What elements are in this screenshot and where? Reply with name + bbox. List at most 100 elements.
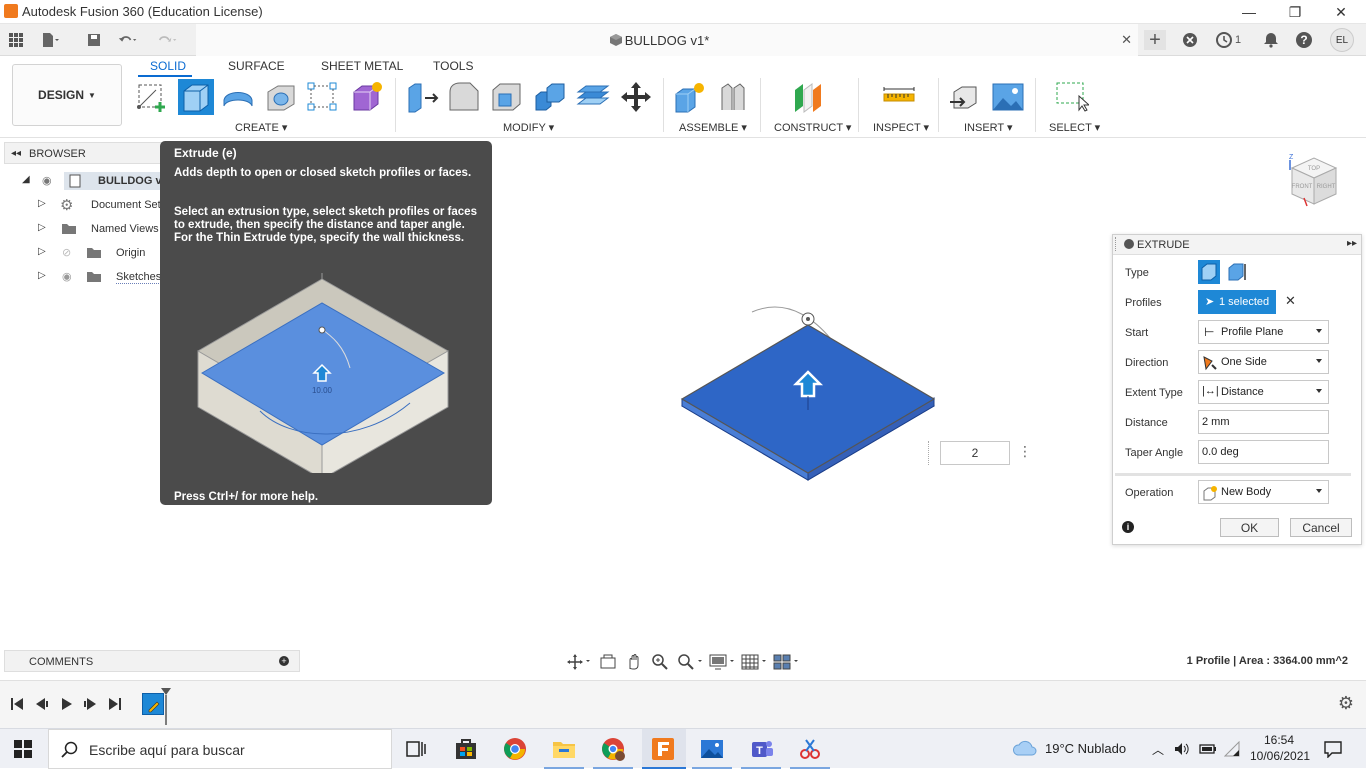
weather-cloud-icon[interactable] — [1012, 739, 1038, 757]
step-forward-icon[interactable] — [84, 697, 98, 711]
pattern-icon[interactable] — [306, 80, 340, 114]
taper-angle-field[interactable]: 0.0 deg — [1198, 440, 1329, 464]
fit-zoom-icon[interactable] — [677, 653, 705, 671]
insert-derive-icon[interactable] — [948, 80, 982, 114]
move-copy-icon[interactable] — [619, 80, 653, 114]
distance-value[interactable]: 2 — [940, 441, 1010, 465]
look-at-icon[interactable] — [599, 654, 617, 670]
volume-icon[interactable] — [1174, 741, 1190, 757]
battery-icon[interactable] — [1199, 741, 1217, 757]
inspect-group-menu[interactable]: INSPECT ▾ — [873, 121, 929, 134]
create-group-menu[interactable]: CREATE ▾ — [235, 121, 287, 134]
expand-dialog-icon[interactable]: ▸▸ — [1347, 238, 1357, 249]
photos-icon[interactable] — [700, 737, 724, 761]
tab-surface[interactable]: SURFACE — [228, 59, 285, 73]
construct-group-menu[interactable]: CONSTRUCT ▾ — [774, 121, 851, 134]
split-body-icon[interactable] — [576, 80, 610, 114]
minimize-button[interactable]: — — [1226, 0, 1272, 24]
type-thin-extrude-button[interactable] — [1226, 260, 1248, 284]
clock-time[interactable]: 16:54 — [1264, 733, 1294, 747]
zoom-icon[interactable] — [651, 653, 669, 671]
extrude-dialog-header[interactable]: EXTRUDE ▸▸ — [1113, 235, 1361, 255]
microsoft-store-icon[interactable] — [454, 737, 478, 761]
save-icon[interactable] — [84, 30, 104, 50]
show-hidden-icons-chevron-icon[interactable]: ︿ — [1152, 741, 1164, 758]
collapse-triangle-icon[interactable]: ◢ — [22, 174, 30, 185]
select-group-menu[interactable]: SELECT ▾ — [1049, 121, 1100, 134]
redo-icon[interactable] — [158, 30, 178, 50]
assemble-group-menu[interactable]: ASSEMBLE ▾ — [679, 121, 747, 134]
collapse-panel-icon[interactable]: ◂◂ — [11, 148, 21, 159]
modify-group-menu[interactable]: MODIFY ▾ — [503, 121, 554, 134]
press-pull-icon[interactable] — [405, 80, 439, 114]
notification-center-icon[interactable] — [1324, 740, 1342, 758]
extent-type-dropdown[interactable]: |↔| Distance — [1198, 380, 1329, 404]
file-menu-icon[interactable] — [40, 30, 60, 50]
profiles-selection-button[interactable]: ➤ 1 selected — [1198, 290, 1276, 314]
extrude-preview-body[interactable] — [670, 295, 950, 495]
play-icon[interactable] — [60, 697, 74, 711]
expand-triangle-icon[interactable]: ▷ — [38, 246, 46, 257]
user-avatar[interactable]: EL — [1330, 28, 1354, 52]
cancel-button[interactable]: Cancel — [1290, 518, 1352, 537]
help-icon[interactable]: ? — [1294, 30, 1314, 50]
visibility-eye-icon[interactable]: ◉ — [62, 270, 72, 283]
close-tab-icon[interactable]: ✕ — [1121, 32, 1132, 48]
add-comment-icon[interactable]: + — [279, 656, 289, 666]
clock-date[interactable]: 10/06/2021 — [1250, 749, 1310, 763]
insert-group-menu[interactable]: INSERT ▾ — [964, 121, 1013, 134]
display-settings-icon[interactable] — [709, 653, 737, 671]
teams-icon[interactable]: T — [750, 737, 774, 761]
step-back-icon[interactable] — [34, 697, 48, 711]
distance-input-floating[interactable]: 2 ⋮ — [928, 441, 1034, 465]
measure-icon[interactable] — [882, 80, 916, 114]
go-to-start-icon[interactable] — [10, 697, 24, 711]
notifications-bell-icon[interactable] — [1261, 30, 1281, 50]
job-status-icon[interactable]: 1 — [1212, 30, 1244, 50]
document-tab[interactable]: BULLDOG v1* ✕ — [196, 24, 1138, 56]
taskbar-search-box[interactable]: Escribe aquí para buscar — [48, 729, 392, 769]
browser-item-sketches[interactable]: ▷ ◉ Sketches — [4, 266, 162, 288]
tab-tools[interactable]: TOOLS — [433, 59, 473, 73]
pan-hand-icon[interactable] — [625, 653, 643, 671]
hole-icon[interactable] — [264, 80, 298, 114]
new-tab-icon[interactable]: + — [1144, 29, 1166, 51]
weather-readout[interactable]: 19°C Nublado — [1045, 741, 1126, 756]
extrude-icon-button[interactable] — [178, 79, 214, 115]
timeline-marker-handle[interactable] — [160, 687, 172, 727]
task-view-icon[interactable] — [404, 737, 428, 761]
more-options-icon[interactable]: ⋮ — [1018, 443, 1032, 460]
close-window-button[interactable]: ✕ — [1318, 0, 1364, 24]
tab-solid[interactable]: SOLID — [150, 59, 186, 73]
ok-button[interactable]: OK — [1220, 518, 1279, 537]
snipping-tool-icon[interactable] — [798, 737, 822, 761]
tab-sheet-metal[interactable]: SHEET METAL — [321, 59, 403, 73]
viewports-icon[interactable] — [773, 653, 801, 671]
operation-dropdown[interactable]: New Body — [1198, 480, 1329, 504]
workspace-switcher-button[interactable]: DESIGN ▼ — [12, 64, 122, 126]
combine-icon[interactable] — [533, 80, 567, 114]
undo-icon[interactable] — [118, 30, 138, 50]
restore-button[interactable]: ❐ — [1272, 0, 1318, 24]
offset-plane-icon[interactable] — [792, 80, 826, 114]
extensions-icon[interactable] — [1180, 30, 1200, 50]
type-solid-extrude-button[interactable] — [1198, 260, 1220, 284]
insert-canvas-icon[interactable] — [991, 80, 1025, 114]
distance-field[interactable]: 2 mm — [1198, 410, 1329, 434]
timeline-settings-gear-icon[interactable]: ⚙ — [1338, 693, 1354, 714]
browser-item-named-views[interactable]: ▷ Named Views — [4, 218, 162, 240]
windows-start-icon[interactable] — [14, 740, 32, 758]
start-dropdown[interactable]: ⊢ Profile Plane — [1198, 320, 1329, 344]
expand-triangle-icon[interactable]: ▷ — [38, 222, 46, 233]
info-icon[interactable]: i — [1122, 521, 1134, 533]
direction-dropdown[interactable]: One Side — [1198, 350, 1329, 374]
chrome-profile-icon[interactable] — [601, 737, 625, 761]
browser-item-origin[interactable]: ▷ ⊘ Origin — [4, 242, 162, 264]
app-grid-icon[interactable] — [6, 30, 26, 50]
expand-triangle-icon[interactable]: ▷ — [38, 198, 46, 209]
orbit-icon[interactable] — [567, 654, 593, 670]
view-cube[interactable]: TOP FRONT RIGHT Z — [1280, 150, 1350, 220]
chrome-icon[interactable] — [503, 737, 527, 761]
wifi-icon[interactable] — [1224, 741, 1240, 757]
collapse-dialog-icon[interactable] — [1124, 239, 1134, 249]
